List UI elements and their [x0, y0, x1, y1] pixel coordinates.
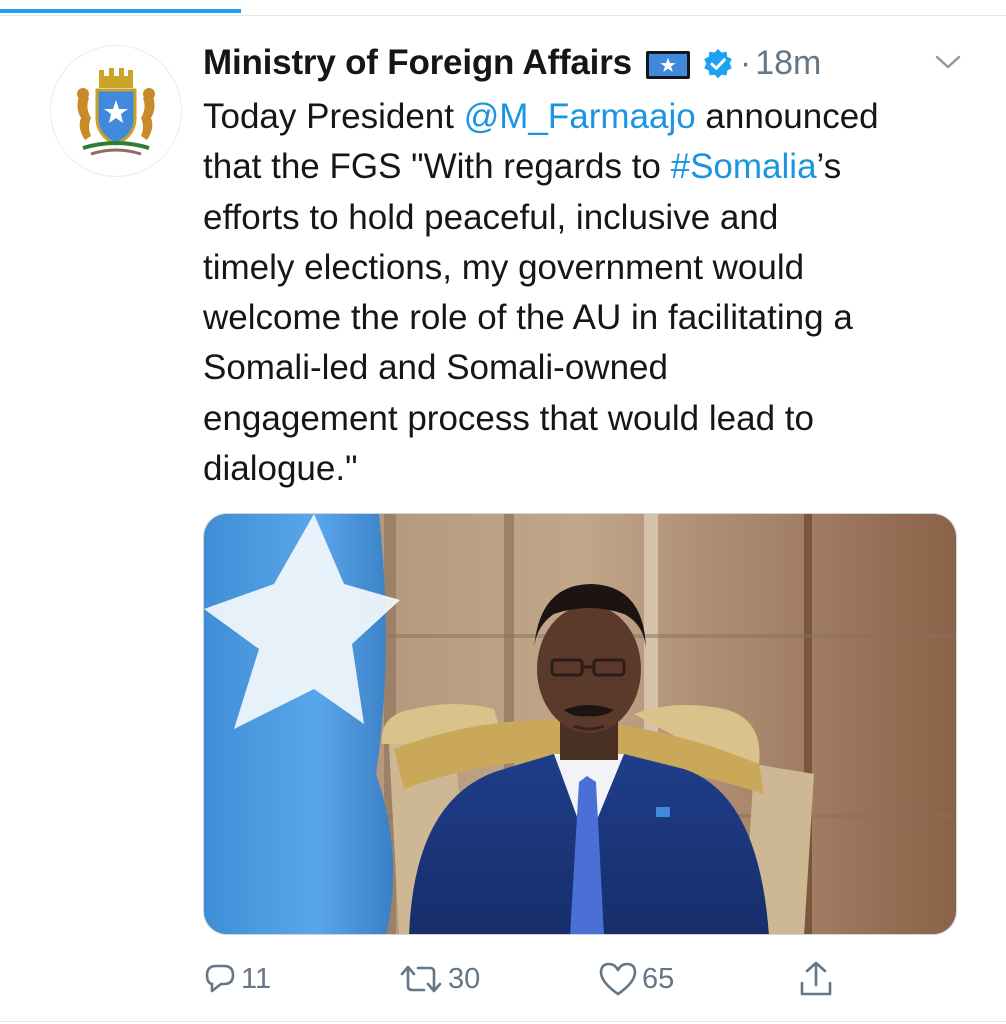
retweet-count: 30 [448, 962, 481, 995]
tweet-text: Today President @M_Farmaajo announced tha… [203, 92, 973, 494]
loading-progress-bar [0, 9, 242, 13]
reply-button[interactable]: 11 [203, 955, 271, 1003]
tweet-text-segment: announced [695, 97, 879, 136]
tweet-text-segment: Today President [203, 97, 464, 136]
hashtag-link[interactable]: #Somalia [671, 147, 817, 186]
tweet-text-segment: dialogue." [203, 449, 358, 489]
tweet-text-segment: timely elections, my government would [203, 247, 805, 287]
tweet-header: Ministry of Foreign Affairs · 18m [203, 38, 973, 88]
avatar[interactable] [50, 45, 182, 177]
coat-of-arms-icon [77, 68, 155, 156]
tweet-text-segment: engagement process that would lead to [203, 398, 814, 438]
tweet-text-segment: welcome the role of the AU in facilitati… [203, 298, 853, 338]
heart-icon [599, 962, 637, 996]
tweet-text-line: welcome the role of the AU in facilitati… [203, 293, 973, 343]
divider [0, 1021, 1006, 1022]
share-icon [800, 961, 832, 996]
tweet-text-segment: efforts to hold peaceful, inclusive and [203, 197, 779, 237]
tweet-text-line: Today President @M_Farmaajo announced [203, 92, 973, 142]
tweet-text-line: dialogue." [203, 444, 973, 494]
tweet-text-line: that the FGS "With regards to #Somalia’s [203, 142, 973, 192]
reply-count: 11 [241, 962, 272, 995]
mention-link[interactable]: @M_Farmaajo [464, 97, 696, 136]
author-name[interactable]: Ministry of Foreign Affairs [203, 43, 632, 83]
tweet-text-line: engagement process that would lead to [203, 394, 973, 444]
time-separator: · [739, 43, 752, 82]
tweet-text-line: efforts to hold peaceful, inclusive and [203, 193, 973, 243]
tweet-text-line: timely elections, my government would [203, 243, 973, 293]
like-button[interactable]: 65 [598, 955, 674, 1003]
tweet-timestamp[interactable]: 18m [755, 44, 821, 83]
retweet-icon [400, 965, 442, 993]
tweet-photo[interactable] [203, 513, 957, 935]
somalia-flag-icon [645, 51, 690, 79]
photo-president-seated [204, 514, 956, 934]
reply-icon [205, 964, 235, 993]
tweet-text-segment: ’s [816, 147, 842, 187]
tweet-text-segment: that the FGS "With regards to [203, 147, 671, 187]
chevron-down-icon[interactable] [933, 50, 963, 74]
retweet-button[interactable]: 30 [398, 955, 480, 1003]
verified-badge-icon [704, 49, 732, 79]
share-button[interactable] [796, 955, 836, 1003]
tweet-text-segment: Somali-led and Somali-owned [203, 348, 668, 388]
tweet-screen: Ministry of Foreign Affairs · 18m Today … [0, 0, 1006, 1024]
tweet-actions: 11 30 65 [203, 955, 957, 1003]
top-bar [0, 0, 1006, 16]
tweet-text-line: Somali-led and Somali-owned [203, 343, 973, 393]
like-count: 65 [642, 962, 675, 995]
